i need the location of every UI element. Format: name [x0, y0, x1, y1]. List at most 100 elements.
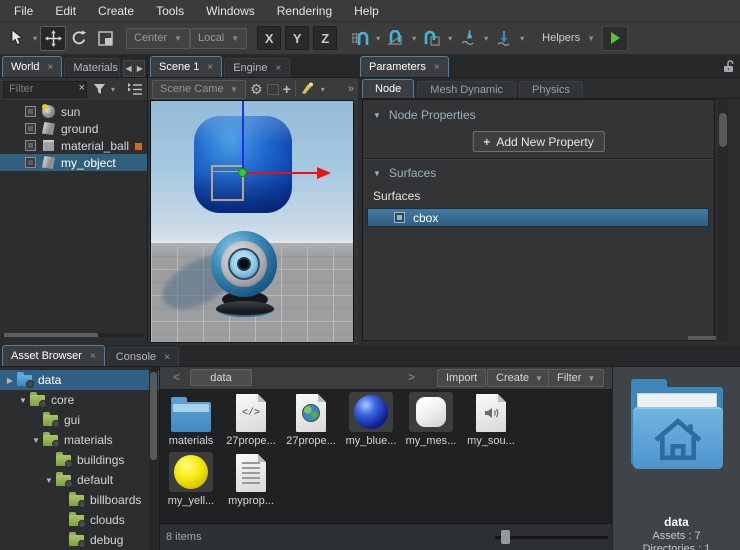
- snap-grid-button[interactable]: [347, 26, 373, 51]
- node-checkbox[interactable]: [25, 123, 36, 134]
- camera-dropdown[interactable]: Scene Camer ▼: [152, 80, 246, 99]
- tree-item-data[interactable]: ▶ data: [0, 370, 159, 390]
- gizmo-origin-handle[interactable]: [238, 168, 247, 177]
- tree-item-clouds[interactable]: clouds: [0, 510, 159, 530]
- axis-y-button[interactable]: Y: [285, 26, 309, 50]
- tree-item-billboards[interactable]: billboards: [0, 490, 159, 510]
- tab-world[interactable]: World ×: [2, 56, 62, 77]
- tree-item-materials[interactable]: ▼ materials: [0, 430, 159, 450]
- surfaces-section-header[interactable]: ▼ Surfaces: [363, 162, 714, 184]
- asset-item-myprop[interactable]: myprop...: [222, 452, 280, 507]
- node-row-my-object[interactable]: my_object: [0, 154, 147, 171]
- gizmo-x-axis[interactable]: [243, 172, 319, 174]
- asset-item-27prope-world[interactable]: 27prope...: [282, 392, 340, 447]
- tab-asset-browser[interactable]: Asset Browser ×: [2, 345, 105, 366]
- render-debug-brush-button[interactable]: [300, 81, 314, 98]
- expand-icon[interactable]: ▶: [4, 376, 16, 385]
- scale-tool-button[interactable]: [92, 26, 118, 51]
- tab-materials[interactable]: Materials: [64, 58, 120, 77]
- node-row-material-ball[interactable]: material_ball: [0, 137, 147, 154]
- node-row-sun[interactable]: sun: [0, 103, 147, 120]
- menu-rendering[interactable]: Rendering: [266, 0, 343, 22]
- node-row-ground[interactable]: ground: [0, 120, 147, 137]
- select-tool-caret[interactable]: ▾: [30, 34, 40, 43]
- slider-thumb[interactable]: [501, 530, 510, 544]
- tab-parameters[interactable]: Parameters ×: [360, 56, 449, 77]
- tab-scroll-left-button[interactable]: ◀: [123, 60, 133, 77]
- collapse-icon[interactable]: ▼: [30, 436, 42, 445]
- unlock-icon[interactable]: [723, 59, 734, 76]
- surface-row-cbox[interactable]: cbox: [367, 208, 709, 227]
- collapse-icon[interactable]: ▼: [17, 396, 29, 405]
- scrollbar-thumb[interactable]: [150, 372, 157, 460]
- collapse-icon[interactable]: ▼: [43, 476, 55, 485]
- snap-angle-button[interactable]: [383, 26, 409, 51]
- tab-engine[interactable]: Engine ×: [224, 58, 290, 77]
- surface-checkbox[interactable]: [394, 212, 405, 223]
- add-camera-icon[interactable]: +: [283, 82, 291, 96]
- tab-console[interactable]: Console ×: [107, 347, 179, 366]
- gizmo-x-arrowhead[interactable]: [317, 167, 331, 179]
- scrollbar-thumb[interactable]: [4, 333, 98, 337]
- menu-tools[interactable]: Tools: [145, 0, 195, 22]
- close-icon[interactable]: ×: [48, 62, 54, 73]
- close-icon[interactable]: ×: [90, 351, 96, 362]
- filter-input[interactable]: [3, 81, 87, 98]
- axis-z-button[interactable]: Z: [313, 26, 337, 50]
- toolbar-overflow-button[interactable]: »: [348, 83, 354, 95]
- hierarchy-view-button[interactable]: [124, 80, 146, 98]
- filter-dropdown[interactable]: Filter ▼: [548, 369, 604, 387]
- close-icon[interactable]: ×: [164, 352, 170, 363]
- breadcrumb[interactable]: data: [190, 369, 252, 386]
- close-icon[interactable]: ×: [207, 62, 213, 73]
- viewport-3d-canvas[interactable]: [150, 100, 354, 343]
- node-checkbox[interactable]: [25, 140, 36, 151]
- gizmo-z-axis[interactable]: [242, 101, 244, 173]
- nav-forward-button[interactable]: >: [408, 370, 415, 384]
- asset-item-my-blue[interactable]: my_blue...: [342, 392, 400, 447]
- tree-item-default[interactable]: ▼ default: [0, 470, 159, 490]
- snap-surface-button[interactable]: [455, 26, 481, 51]
- parameters-horizontal-scrollbar[interactable]: [688, 336, 716, 340]
- material-ball-object[interactable]: [211, 231, 277, 297]
- tab-scene-1[interactable]: Scene 1 ×: [150, 56, 222, 77]
- menu-create[interactable]: Create: [87, 0, 145, 22]
- asset-item-my-sou[interactable]: my_sou...: [462, 392, 520, 447]
- space-dropdown[interactable]: Local ▼: [190, 28, 247, 49]
- tree-item-core[interactable]: ▼ core: [0, 390, 159, 410]
- node-checkbox[interactable]: [25, 106, 36, 117]
- drop-to-ground-caret[interactable]: ▾: [517, 34, 527, 43]
- import-button[interactable]: Import: [437, 369, 486, 387]
- tree-item-debug[interactable]: debug: [0, 530, 159, 550]
- scrollbar-thumb[interactable]: [719, 113, 727, 147]
- axis-x-button[interactable]: X: [257, 26, 281, 50]
- play-button[interactable]: [602, 26, 628, 51]
- asset-item-my-yell[interactable]: my_yell...: [162, 452, 220, 507]
- menu-edit[interactable]: Edit: [44, 0, 87, 22]
- snap-scale-button[interactable]: [419, 26, 445, 51]
- clear-filter-icon[interactable]: ×: [79, 82, 85, 94]
- tree-item-gui[interactable]: gui: [0, 410, 159, 430]
- asset-item-27prope-code[interactable]: </> 27prope...: [222, 392, 280, 447]
- helpers-dropdown[interactable]: Helpers ▼: [535, 29, 602, 48]
- nav-back-button[interactable]: <: [173, 370, 180, 384]
- subtab-mesh-dynamic[interactable]: Mesh Dynamic: [417, 81, 516, 98]
- world-horizontal-scrollbar[interactable]: [2, 333, 144, 337]
- move-tool-button[interactable]: [40, 26, 66, 51]
- snap-angle-caret[interactable]: ▾: [409, 34, 419, 43]
- thumbnail-size-slider[interactable]: [495, 536, 608, 539]
- drop-to-ground-button[interactable]: [491, 26, 517, 51]
- brush-caret[interactable]: ▾: [318, 85, 328, 94]
- node-properties-section-header[interactable]: ▼ Node Properties: [363, 104, 714, 126]
- menu-windows[interactable]: Windows: [195, 0, 266, 22]
- select-tool-button[interactable]: [4, 26, 30, 51]
- rotate-tool-button[interactable]: [66, 26, 92, 51]
- snap-surface-caret[interactable]: ▾: [481, 34, 491, 43]
- menu-help[interactable]: Help: [343, 0, 390, 22]
- tree-vertical-scrollbar[interactable]: [149, 367, 158, 550]
- close-icon[interactable]: ×: [434, 62, 440, 73]
- filter-options-button[interactable]: ▾: [90, 80, 121, 98]
- menu-file[interactable]: File: [3, 0, 44, 22]
- pivot-dropdown[interactable]: Center ▼: [126, 28, 190, 49]
- asset-item-materials[interactable]: materials: [162, 392, 220, 447]
